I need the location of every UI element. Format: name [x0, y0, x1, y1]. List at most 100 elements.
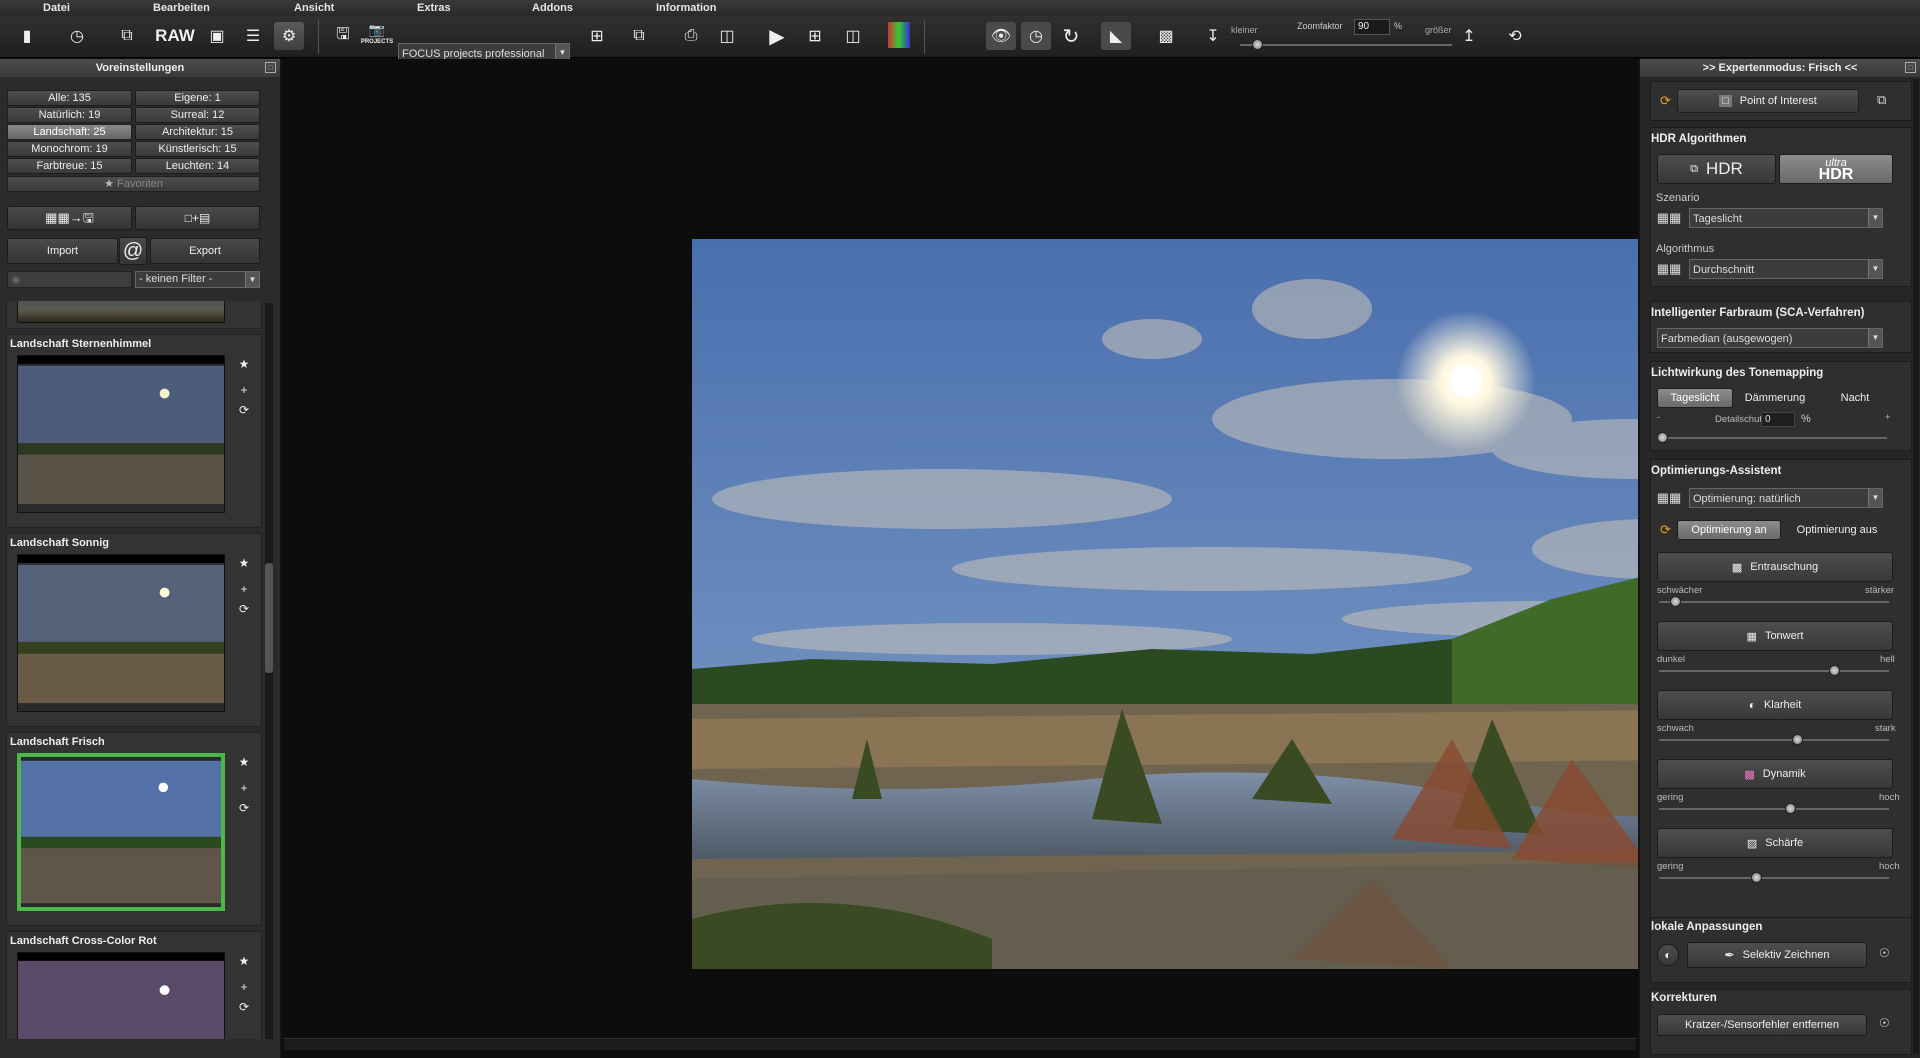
copy-icon[interactable]: ⧉: [1877, 92, 1886, 108]
batch-icon[interactable]: ⎙: [676, 22, 706, 50]
preset-thumbnail[interactable]: [17, 355, 225, 513]
export-options-icon[interactable]: ⊞: [582, 22, 612, 50]
slider-knob[interactable]: [1670, 596, 1682, 607]
tab-daemmerung[interactable]: Dämmerung: [1736, 388, 1814, 408]
mask-toggle-button[interactable]: ◐: [1657, 944, 1679, 966]
preset-thumbnail[interactable]: [17, 301, 225, 323]
tab-tageslicht[interactable]: Tageslicht: [1657, 388, 1733, 408]
history-icon[interactable]: ◷: [62, 22, 92, 50]
add-preset-button[interactable]: □+▤: [135, 206, 260, 230]
eye-icon[interactable]: ☉: [1879, 946, 1890, 960]
preview-eye-icon[interactable]: 👁: [986, 22, 1016, 50]
save-preset-button[interactable]: ▦▦→🖫: [7, 206, 132, 230]
selektiv-zeichnen-button[interactable]: ✒ Selektiv Zeichnen: [1687, 942, 1867, 968]
image-import-icon[interactable]: ▣: [202, 22, 232, 50]
play-icon[interactable]: ▶: [762, 22, 792, 50]
zoom-out-icon[interactable]: ↧: [1198, 22, 1228, 50]
refresh-icon[interactable]: ⟳: [237, 801, 251, 815]
compare-icon[interactable]: ⊞: [800, 22, 830, 50]
category-surreal[interactable]: Surreal: 12: [135, 107, 260, 123]
projects-button[interactable]: 📷 PROJECTS: [361, 22, 393, 50]
live-preview-icon[interactable]: ◷: [1021, 22, 1051, 50]
save-icon[interactable]: 🖫: [328, 22, 358, 50]
preset-list-scrollbar[interactable]: [265, 303, 273, 1039]
preset-thumbnail[interactable]: [17, 952, 225, 1039]
entrauschung-button[interactable]: ▩ Entrauschung: [1657, 552, 1893, 582]
preset-thumbnail[interactable]: [17, 554, 225, 712]
zoom-value-field[interactable]: 90: [1354, 19, 1390, 35]
favorites-button[interactable]: ★ Favoriten: [7, 176, 260, 192]
grid-menu-icon[interactable]: ▦▦: [1656, 208, 1682, 228]
undock-icon[interactable]: □: [1905, 62, 1916, 73]
zoom-slider[interactable]: [1240, 39, 1452, 50]
schaerfe-slider[interactable]: [1659, 872, 1889, 883]
schaerfe-button[interactable]: ▨ Schärfe: [1657, 828, 1893, 858]
grid-menu-icon[interactable]: ▦▦: [1656, 488, 1682, 508]
slider-knob[interactable]: [1792, 734, 1803, 745]
eye-icon[interactable]: ☉: [1879, 1016, 1890, 1030]
favorite-star-icon[interactable]: ★: [237, 556, 251, 570]
preset-item[interactable]: Landschaft Sonnig ★ + ⟳: [6, 533, 262, 727]
slider-knob[interactable]: [1750, 872, 1762, 883]
category-architektur[interactable]: Architektur: 15: [135, 124, 260, 140]
export-button[interactable]: Export: [150, 238, 260, 264]
point-of-interest-button[interactable]: □ Point of Interest: [1677, 89, 1859, 113]
detailschutz-slider[interactable]: [1657, 432, 1887, 443]
category-leuchten[interactable]: Leuchten: 14: [135, 158, 260, 174]
split-view-icon[interactable]: ◫: [838, 22, 868, 50]
email-button[interactable]: @: [119, 237, 147, 265]
rotate-icon[interactable]: ↻: [1056, 22, 1086, 50]
canvas-horizontal-scrollbar[interactable]: [284, 1038, 1636, 1050]
preset-item[interactable]: Landschaft Cross-Color Rot ★ + ⟳: [6, 931, 262, 1039]
copy-settings-icon[interactable]: ⧉: [624, 22, 654, 50]
klarheit-button[interactable]: ◐ Klarheit: [1657, 690, 1893, 720]
mirror-icon[interactable]: ◣: [1101, 22, 1131, 50]
zoom-in-icon[interactable]: ↥: [1454, 22, 1484, 50]
category-farbtreue[interactable]: Farbtreue: 15: [7, 158, 132, 174]
histogram-icon[interactable]: [888, 22, 910, 48]
slider-knob[interactable]: [1785, 803, 1797, 814]
raw-button[interactable]: RAW: [155, 22, 195, 50]
favorite-star-icon[interactable]: ★: [237, 755, 251, 769]
preset-search-input[interactable]: ◉: [7, 271, 132, 288]
filter-select[interactable]: - keinen Filter - ▼: [135, 271, 260, 288]
sync-icon[interactable]: ⟳: [1660, 93, 1671, 109]
category-eigene[interactable]: Eigene: 1: [135, 90, 260, 106]
optimierung-select[interactable]: Optimierung: natürlich ▼: [1689, 488, 1883, 508]
algorithmus-select[interactable]: Durchschnitt ▼: [1689, 259, 1883, 279]
sync-icon[interactable]: ⟳: [1660, 522, 1671, 538]
refresh-icon[interactable]: ⟳: [237, 602, 251, 616]
refresh-icon[interactable]: ⟳: [237, 1000, 251, 1014]
preset-view-icon[interactable]: ⚙: [274, 22, 304, 50]
add-icon[interactable]: +: [237, 383, 251, 397]
menu-ansicht[interactable]: Ansicht: [294, 0, 334, 16]
farbraum-select[interactable]: Farbmedian (ausgewogen) ▼: [1657, 328, 1883, 348]
right-panel-scrollbar[interactable]: [1913, 79, 1919, 1054]
slideshow-icon[interactable]: ◫: [712, 22, 742, 50]
hdr-button[interactable]: ⧉ HDR: [1657, 154, 1776, 184]
preset-item[interactable]: Landschaft Sternenhimmel ★ + ⟳: [6, 334, 262, 528]
import-button[interactable]: Import: [7, 238, 118, 264]
category-natuerlich[interactable]: Natürlich: 19: [7, 107, 132, 123]
image-canvas[interactable]: [284, 59, 1794, 1035]
ultra-hdr-button[interactable]: ultra HDR: [1779, 154, 1893, 184]
zoom-slider-knob[interactable]: [1252, 39, 1263, 50]
entrauschung-slider[interactable]: [1659, 596, 1889, 607]
slider-knob[interactable]: [1828, 665, 1840, 676]
batch-tools-icon[interactable]: ☰: [238, 22, 268, 50]
preview-image[interactable]: [692, 239, 1794, 969]
tab-nacht[interactable]: Nacht: [1817, 388, 1893, 408]
refresh-icon[interactable]: ⟳: [237, 403, 251, 417]
add-icon[interactable]: +: [237, 980, 251, 994]
favorite-star-icon[interactable]: ★: [237, 954, 251, 968]
szenario-select[interactable]: Tageslicht ▼: [1689, 208, 1883, 228]
scrollbar-thumb[interactable]: [265, 563, 273, 673]
tonwert-button[interactable]: ▦ Tonwert: [1657, 621, 1893, 651]
menu-datei[interactable]: Datei: [43, 0, 70, 16]
favorite-star-icon[interactable]: ★: [237, 357, 251, 371]
open-series-icon[interactable]: ⧉: [112, 22, 142, 50]
checker-icon[interactable]: ▩: [1151, 22, 1181, 50]
grid-menu-icon[interactable]: ▦▦: [1656, 259, 1682, 279]
menu-extras[interactable]: Extras: [417, 0, 451, 16]
dynamik-button[interactable]: ▩ Dynamik: [1657, 759, 1893, 789]
